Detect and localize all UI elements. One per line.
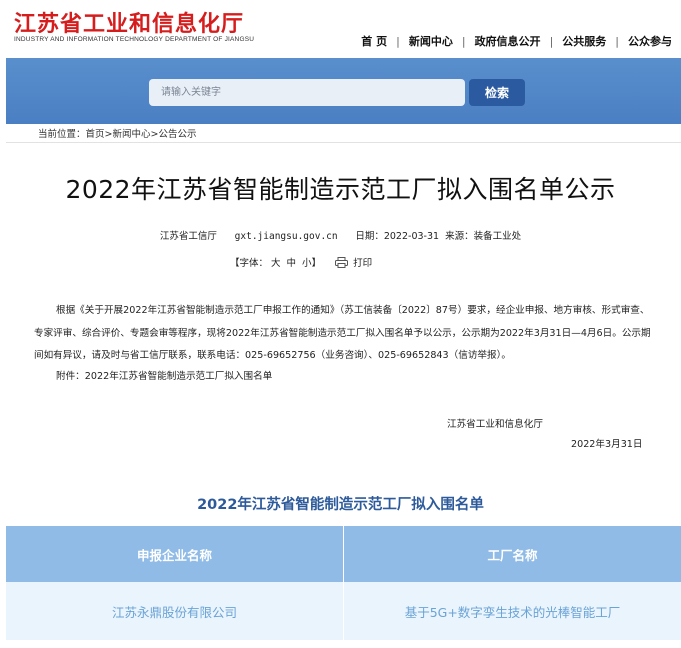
table-row: 江苏永鼎股份有限公司 基于5G+数字孪生技术的光棒智能工厂 [6, 582, 681, 640]
search-banner: 检索 [6, 58, 681, 124]
article-title: 2022年江苏省智能制造示范工厂拟入围名单公示 [65, 175, 616, 204]
article-body: 根据《关于开展2022年江苏省智能制造示范工厂申报工作的通知》（苏工信装备〔20… [34, 305, 651, 361]
article-meta: 江苏省工信厅 gxt.jiangsu.gov.cn 日期：2022-03-31 来… [0, 228, 681, 242]
site-logo-title[interactable]: 江苏省工业和信息化厅 [14, 6, 244, 38]
print-label: 打印 [353, 258, 373, 269]
site-header: 江苏省工业和信息化厅 INDUSTRY AND INFORMATION TECH… [0, 0, 681, 58]
nav-public-participation[interactable]: 公众参与 [619, 33, 681, 49]
column-header-factory: 工厂名称 [487, 547, 538, 563]
font-size-medium[interactable]: 中 [287, 255, 297, 269]
breadcrumb: 当前位置：首页>新闻中心>公告公示 [38, 126, 197, 140]
font-size-large[interactable]: 大 [271, 255, 281, 269]
nav-public-service[interactable]: 公共服务 [553, 33, 615, 49]
search-input[interactable] [149, 79, 465, 106]
print-button[interactable]: 打印 [335, 255, 372, 269]
font-size-label: 【字体： [230, 258, 269, 269]
breadcrumb-news-center[interactable]: 新闻中心 [113, 129, 151, 140]
font-size-small[interactable]: 小 [302, 255, 312, 269]
font-size-bracket: 】 [311, 258, 322, 269]
table-cell-factory: 基于5G+数字孪生技术的光棒智能工厂 [404, 604, 621, 620]
site-logo-subtitle: INDUSTRY AND INFORMATION TECHNOLOGY DEPA… [14, 36, 255, 43]
breadcrumb-separator: > [104, 129, 113, 140]
breadcrumb-prefix: 当前位置： [38, 129, 86, 140]
table-header-row: 申报企业名称 工厂名称 [6, 526, 681, 582]
breadcrumb-announcements[interactable]: 公告公示 [158, 129, 196, 140]
shortlist-table: 申报企业名称 工厂名称 江苏永鼎股份有限公司 基于5G+数字孪生技术的光棒智能工… [6, 526, 681, 640]
top-navigation: 首 页 | 新闻中心 | 政府信息公开 | 公共服务 | 公众参与 [352, 33, 681, 49]
column-header-company: 申报企业名称 [6, 526, 344, 582]
content-divider [6, 142, 681, 143]
meta-date: 日期：2022-03-31 [355, 231, 440, 242]
article-attachment[interactable]: 附件：2022年江苏省智能制造示范工厂拟入围名单 [56, 368, 272, 382]
nav-home[interactable]: 首 页 [352, 33, 396, 49]
table-cell-company: 江苏永鼎股份有限公司 [6, 582, 344, 640]
signature-date: 2022年3月31日 [571, 439, 643, 450]
meta-source: 江苏省工信厅 [159, 231, 217, 242]
list-title: 2022年江苏省智能制造示范工厂拟入围名单 [197, 497, 484, 513]
nav-news-center[interactable]: 新闻中心 [400, 33, 462, 49]
meta-site: gxt.jiangsu.gov.cn [234, 231, 338, 242]
article-tools: 【字体： 大 中 小 】 打印 [230, 255, 372, 269]
meta-from: 来源：装备工业处 [445, 231, 522, 242]
breadcrumb-home[interactable]: 首页 [86, 129, 105, 140]
signature-organization: 江苏省工业和信息化厅 [447, 419, 543, 430]
printer-icon [335, 256, 349, 268]
nav-gov-info-disclosure[interactable]: 政府信息公开 [466, 33, 550, 49]
search-button[interactable]: 检索 [469, 79, 525, 106]
